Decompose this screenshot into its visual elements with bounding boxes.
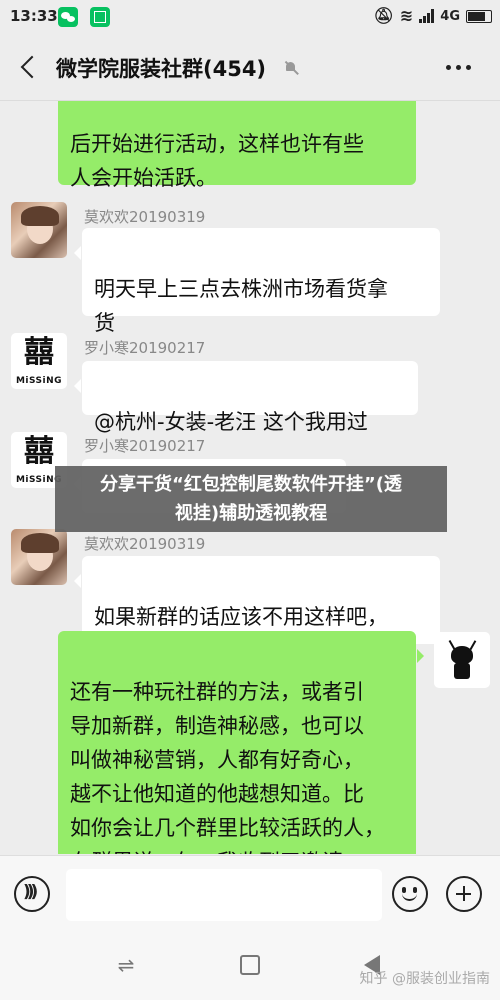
battery-icon xyxy=(466,9,492,23)
sender-name: 莫欢欢20190319 xyxy=(84,535,206,553)
avatar-glyph: 囍 xyxy=(24,335,54,370)
emoji-icon[interactable] xyxy=(392,876,428,912)
message-bubble[interactable]: 还有一种玩社群的方法，或者引 导加新群，制造神秘感，也可以 叫做神秘营销，人都有… xyxy=(58,631,424,854)
switch-apps-icon[interactable]: ⇌ xyxy=(112,954,140,976)
overlay-text: 分享干货“红包控制尾数软件开挂”(透 视挂)辅助透视教程 xyxy=(100,474,402,524)
input-bar xyxy=(0,855,500,930)
message-text: @杭州-女装-老汪 这个我用过 xyxy=(94,410,368,434)
plus-icon[interactable] xyxy=(446,876,482,912)
avatar[interactable] xyxy=(11,202,67,258)
mute-icon: 🔕︎ xyxy=(373,6,394,25)
sender-name: 罗小寒20190217 xyxy=(84,339,206,357)
more-icon[interactable] xyxy=(440,54,476,80)
signal-icon xyxy=(419,9,435,23)
network-type: 4G xyxy=(440,8,460,24)
status-time: 13:33 xyxy=(10,7,58,25)
avatar-label: MiSSiNG xyxy=(15,376,63,386)
system-nav-bar: ⇌ xyxy=(0,930,500,1000)
scan-icon xyxy=(90,7,110,27)
voice-icon[interactable] xyxy=(14,876,50,912)
avatar[interactable] xyxy=(434,632,490,688)
overlay-banner: 分享干货“红包控制尾数软件开挂”(透 视挂)辅助透视教程 xyxy=(55,466,447,532)
back-icon[interactable] xyxy=(10,48,46,86)
message-text: 后开始进行活动，这样也许有些 人会开始活跃。 xyxy=(70,132,364,190)
avatar[interactable] xyxy=(11,529,67,585)
watermark: 知乎 @服装创业指南 xyxy=(359,971,490,987)
home-icon[interactable] xyxy=(240,955,260,975)
chat-title[interactable]: 微学院服装社群(454) xyxy=(56,53,266,83)
wifi-icon: ≋ xyxy=(399,6,414,25)
mute-bell-icon xyxy=(284,61,298,75)
message-bubble[interactable]: 明天早上三点去株洲市场看货拿 货 xyxy=(74,228,440,335)
wechat-icon xyxy=(58,7,78,27)
avatar[interactable]: 囍 MiSSiNG xyxy=(11,333,67,389)
message-bubble[interactable]: 后开始进行活动，这样也许有些 人会开始活跃。 xyxy=(58,101,416,190)
status-indicators: 🔕︎ ≋ 4G xyxy=(374,6,492,26)
message-input[interactable] xyxy=(66,869,382,921)
message-text: 还有一种玩社群的方法，或者引 导加新群，制造神秘感，也可以 叫做神秘营销，人都有… xyxy=(70,680,385,854)
avatar-glyph: 囍 xyxy=(24,434,54,469)
status-bar: 13:33 🔕︎ ≋ 4G xyxy=(0,0,500,34)
message-bubble[interactable]: @杭州-女装-老汪 这个我用过 xyxy=(74,361,418,434)
message-text: 明天早上三点去株洲市场看货拿 货 xyxy=(94,277,388,335)
chat-header: 微学院服装社群(454) xyxy=(0,34,500,101)
sender-name: 莫欢欢20190319 xyxy=(84,208,206,226)
sender-name: 罗小寒20190217 xyxy=(84,437,206,455)
